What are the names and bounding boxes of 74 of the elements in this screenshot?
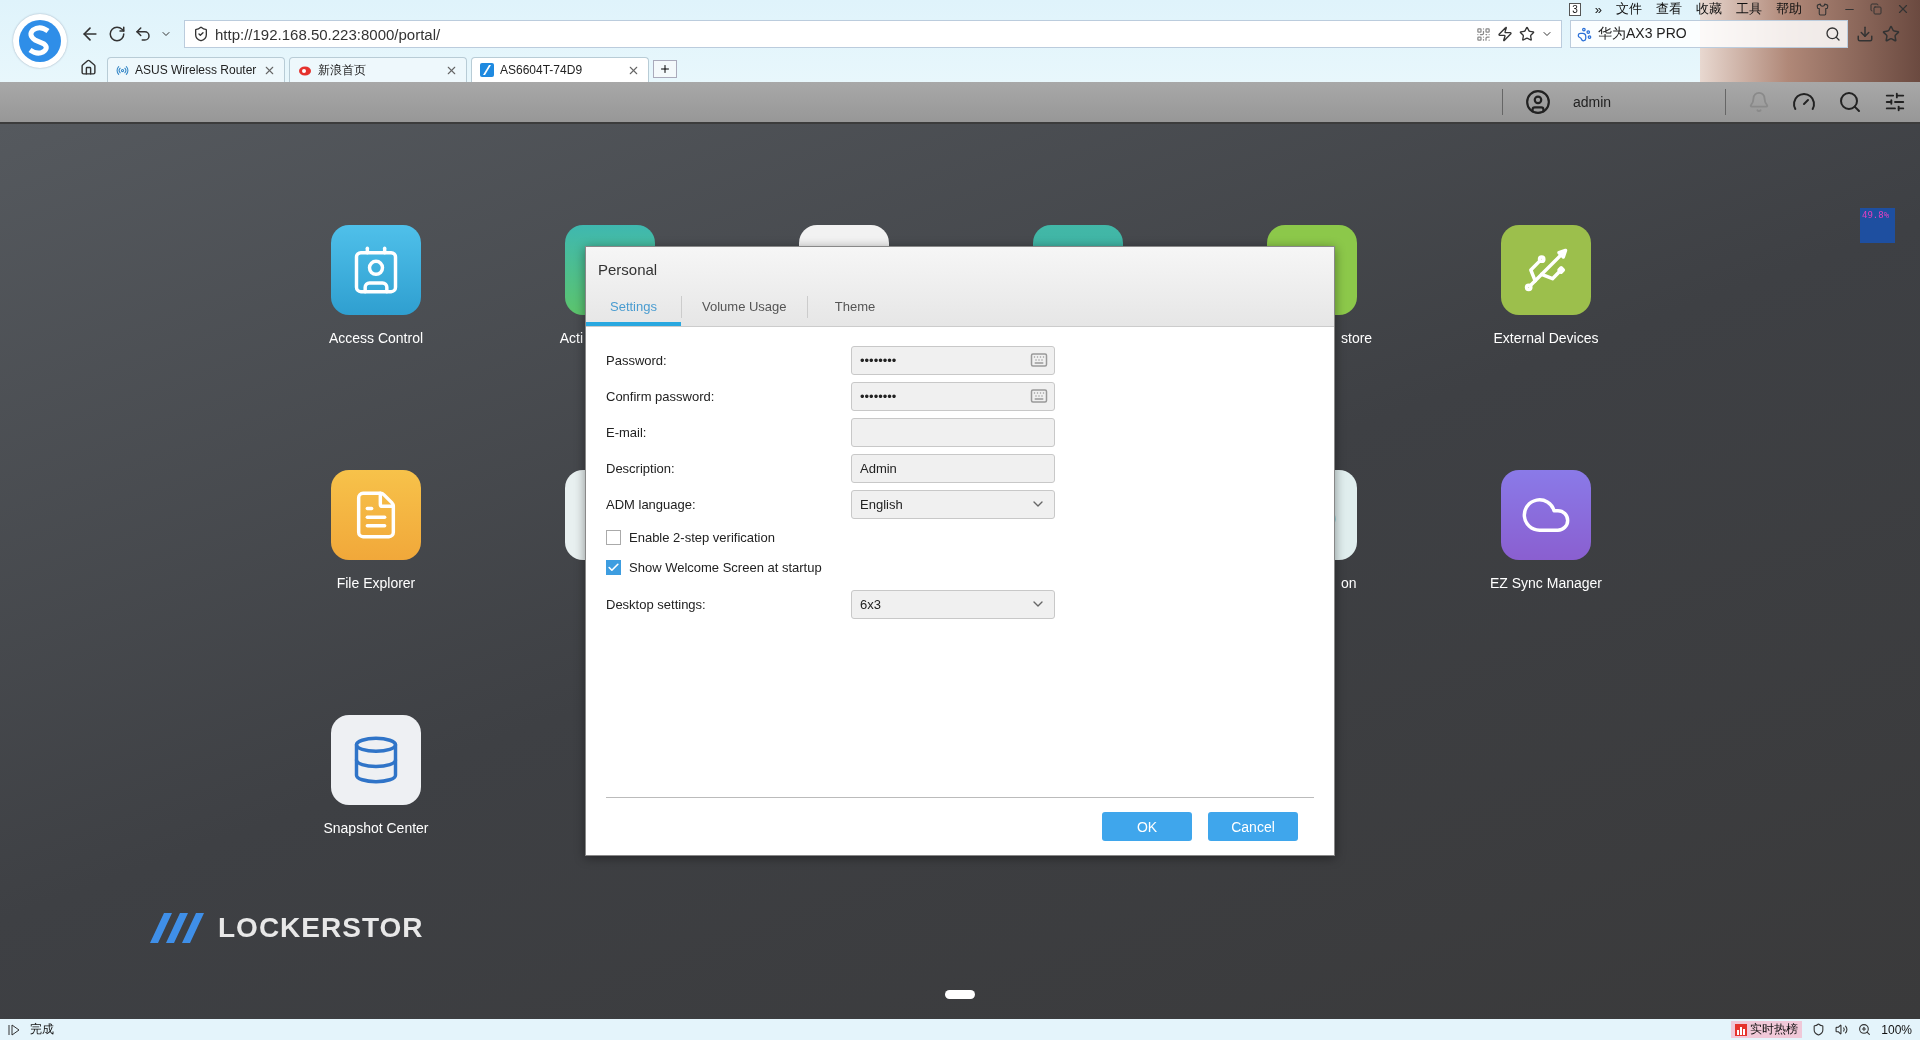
app-icon[interactable] — [331, 715, 421, 805]
user-name[interactable]: admin — [1573, 94, 1703, 110]
select-field[interactable]: 6x3 — [851, 589, 1055, 619]
dialog-tab[interactable]: Volume Usage — [682, 299, 807, 326]
lightning-icon[interactable] — [1497, 26, 1513, 42]
plus-icon — [659, 63, 671, 75]
reload-icon[interactable] — [108, 25, 126, 43]
input-field[interactable]: •••••••• — [851, 381, 1055, 411]
browser-logo-icon — [13, 14, 67, 68]
search-icon[interactable] — [1838, 90, 1862, 114]
settings-icon[interactable] — [1884, 91, 1906, 113]
input-field[interactable]: •••••••• — [851, 345, 1055, 375]
app-label[interactable]: EZ Sync Manager — [1429, 575, 1663, 591]
trending-button[interactable]: 实时热榜 — [1731, 1021, 1803, 1038]
search-icon[interactable] — [1825, 26, 1841, 42]
download-icon[interactable] — [1856, 25, 1874, 43]
address-field[interactable]: http://192.168.50.223:8000/portal/ — [184, 20, 1562, 48]
undo-icon[interactable] — [134, 25, 152, 43]
star-icon[interactable] — [1882, 25, 1900, 43]
input-field[interactable] — [851, 417, 1055, 447]
slash-logo-icon — [480, 63, 494, 77]
app-icon[interactable] — [1501, 470, 1591, 560]
status-text: 完成 — [30, 1021, 54, 1038]
shield-icon[interactable] — [1812, 1023, 1826, 1036]
zoom-icon[interactable] — [1858, 1023, 1872, 1036]
zoom-level[interactable]: 100% — [1881, 1022, 1912, 1037]
dialog-tab[interactable]: Theme — [807, 299, 903, 326]
user-icon[interactable] — [1525, 89, 1551, 115]
more-button[interactable]: » — [1594, 1, 1602, 17]
shirt-icon[interactable] — [1816, 2, 1829, 16]
app-label[interactable]: Snapshot Center — [259, 820, 493, 836]
app-label[interactable]: File Explorer — [259, 575, 493, 591]
app-label[interactable]: External Devices — [1429, 330, 1663, 346]
app-icon[interactable] — [331, 225, 421, 315]
paw-icon — [1577, 26, 1592, 42]
browser-tab[interactable]: ASUS Wireless Router — [107, 57, 285, 82]
menu-item[interactable]: 收藏 — [1696, 0, 1722, 18]
menu-item[interactable]: 工具 — [1736, 0, 1762, 18]
brand-logo: LOCKERSTOR — [218, 912, 424, 944]
app-icon[interactable] — [331, 470, 421, 560]
field-label: Desktop settings: — [606, 596, 707, 612]
speaker-icon[interactable] — [1835, 1023, 1849, 1036]
input-field[interactable]: Admin — [851, 453, 1055, 483]
menu-item[interactable]: 帮助 — [1776, 0, 1802, 18]
browser-tab[interactable]: 新浪首页 — [289, 57, 467, 82]
app-label[interactable]: Access Control — [259, 330, 493, 346]
checkbox-label[interactable]: Show Welcome Screen at startup — [629, 559, 822, 575]
field-label: ADM language: — [606, 496, 697, 512]
checkbox-label[interactable]: Enable 2-step verification — [629, 529, 775, 545]
search-field[interactable]: 华为AX3 PRO — [1570, 20, 1848, 48]
wifi-icon — [116, 63, 129, 77]
field-label: Description: — [606, 460, 676, 476]
home-icon[interactable] — [80, 59, 97, 76]
new-tab-button[interactable] — [653, 60, 677, 78]
select-field[interactable]: English — [851, 489, 1055, 519]
menu-item[interactable]: 文件 — [1616, 0, 1642, 18]
usage-meter: 49.8% — [1860, 208, 1895, 243]
bar-chart-icon — [1735, 1023, 1748, 1036]
checkbox[interactable] — [606, 559, 621, 575]
checkbox[interactable] — [606, 529, 621, 545]
menu-item[interactable]: 查看 — [1656, 0, 1682, 18]
field-label: E-mail: — [606, 424, 648, 440]
qr-code-icon[interactable] — [1476, 26, 1491, 42]
page-indicator[interactable] — [945, 990, 975, 999]
dialog-title: Personal — [597, 260, 659, 278]
browser-tab[interactable]: AS6604T-74D9 — [471, 57, 649, 82]
shield-icon — [193, 26, 209, 42]
star-icon[interactable] — [1519, 26, 1535, 42]
tab-count[interactable]: 3 — [1569, 2, 1581, 16]
app-icon[interactable] — [1501, 225, 1591, 315]
field-label: Confirm password: — [606, 388, 716, 404]
field-label: Password: — [606, 352, 668, 368]
check-icon — [607, 560, 620, 574]
eye-logo-icon — [298, 64, 312, 76]
